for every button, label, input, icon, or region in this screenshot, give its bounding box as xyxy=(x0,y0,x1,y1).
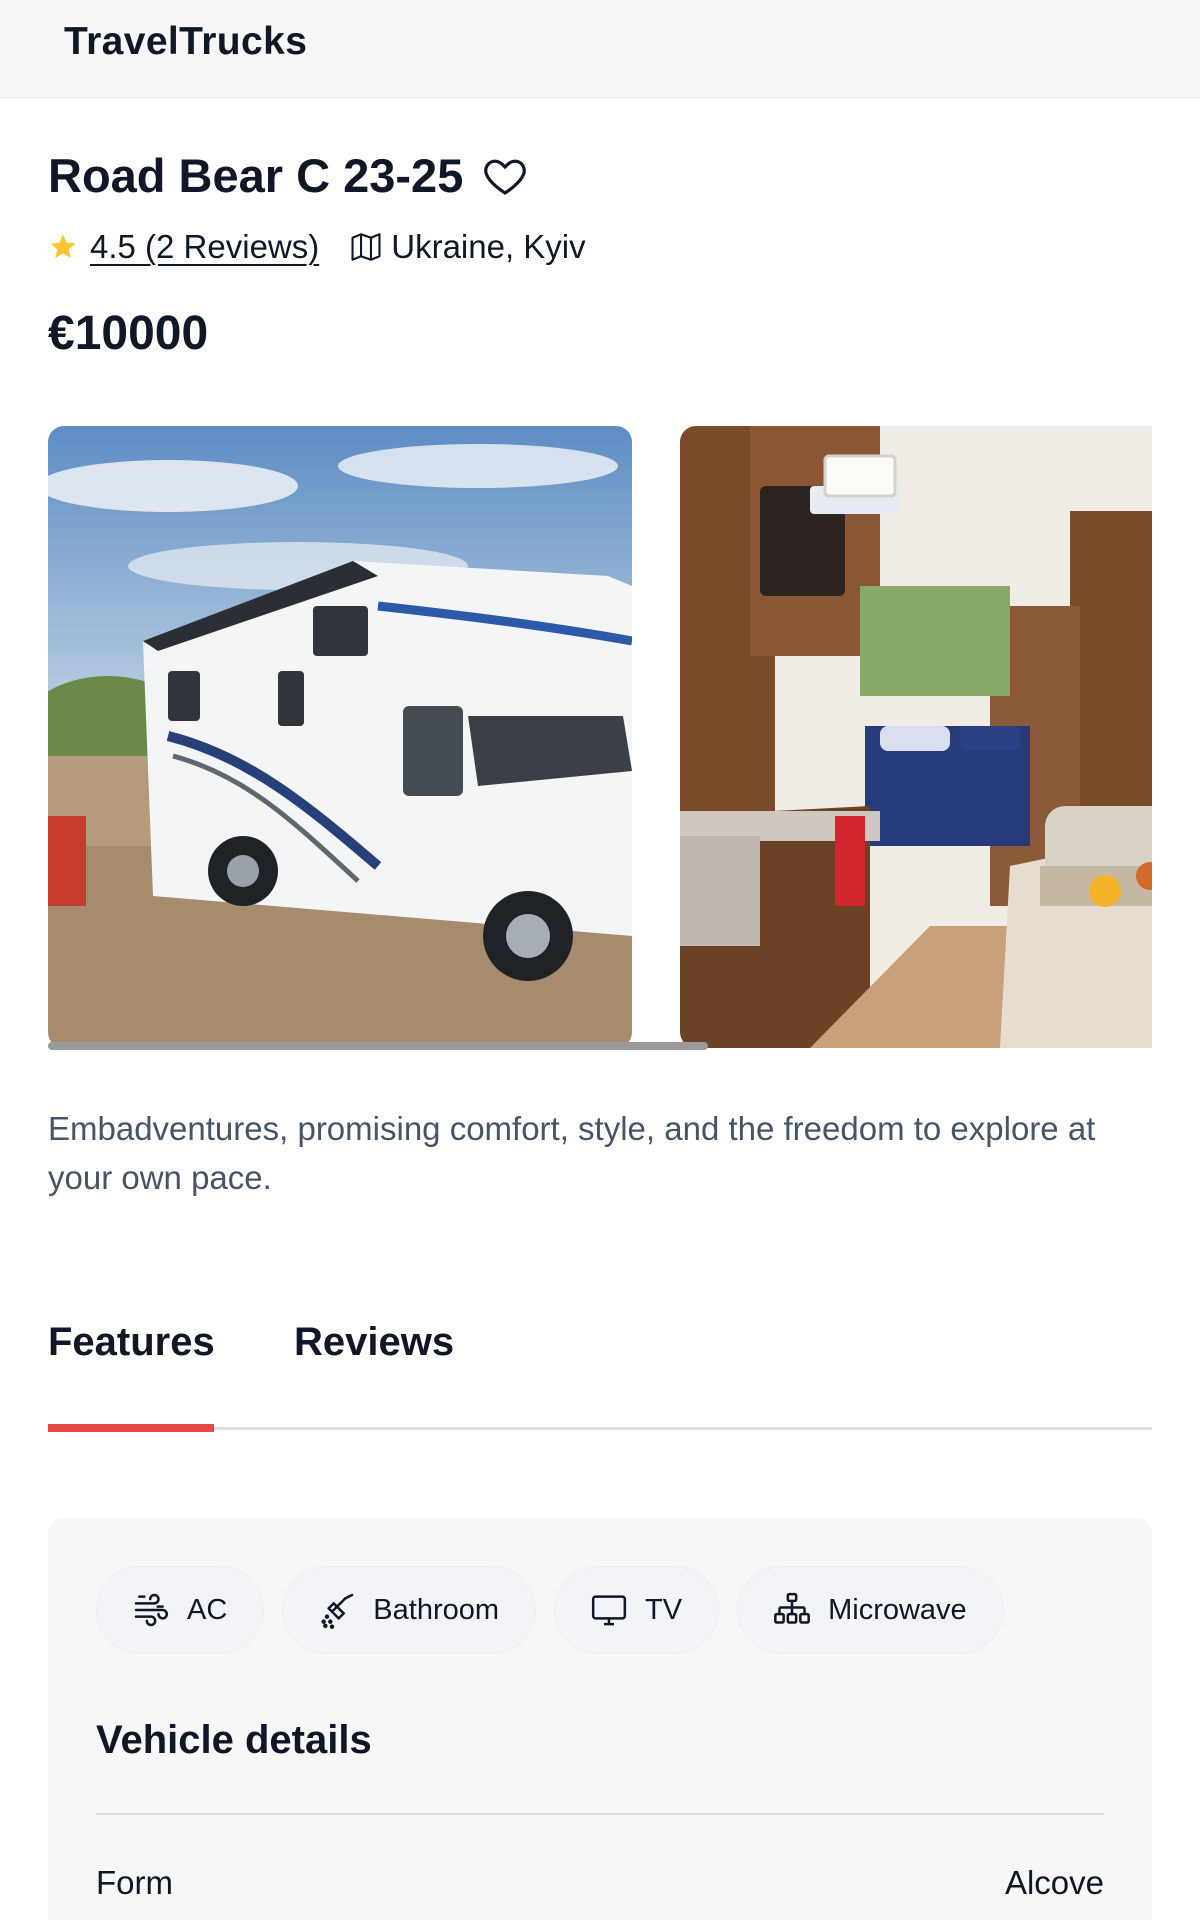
detail-value: Alcove xyxy=(1004,1864,1104,1901)
divider xyxy=(96,1813,1104,1815)
wind-icon xyxy=(131,1590,171,1630)
camper-interior-photo[interactable] xyxy=(680,426,1152,1048)
photo-gallery[interactable] xyxy=(48,426,1152,1050)
feature-label: AC xyxy=(187,1593,228,1626)
tab-reviews[interactable]: Reviews xyxy=(294,1320,454,1365)
tabs: Features Reviews xyxy=(48,1320,1152,1432)
logo[interactable]: TravelTrucks xyxy=(64,20,307,64)
feature-label: TV xyxy=(645,1593,683,1626)
heart-icon[interactable] xyxy=(481,152,529,200)
feature-label: Microwave xyxy=(828,1593,967,1626)
gallery-scrollbar[interactable] xyxy=(48,1042,708,1050)
detail-row-form: Form Alcove xyxy=(96,1864,1104,1902)
camper-name: Road Bear C 23-25 xyxy=(48,149,464,202)
camper-exterior-photo[interactable] xyxy=(48,426,632,1048)
tab-features[interactable]: Features xyxy=(48,1320,215,1365)
price: €10000 xyxy=(48,307,209,360)
feature-chip-tv: TV xyxy=(554,1566,720,1654)
features-panel: AC Bathroom TV Microwave Vehicle details… xyxy=(48,1518,1152,1920)
camper-meta: 4.5 (2 Reviews) Ukraine, Kyiv xyxy=(48,228,586,266)
feature-chip-microwave: Microwave xyxy=(737,1566,1004,1654)
detail-label: Form xyxy=(96,1864,173,1901)
feature-chips: AC Bathroom TV Microwave xyxy=(96,1566,1004,1654)
tv-icon xyxy=(589,1590,629,1630)
location: Ukraine, Kyiv xyxy=(391,228,586,265)
shower-icon xyxy=(317,1590,357,1630)
active-tab-indicator xyxy=(48,1424,214,1432)
feature-chip-ac: AC xyxy=(96,1566,265,1654)
map-icon xyxy=(349,230,383,264)
rating-reviews-link[interactable]: 4.5 (2 Reviews) xyxy=(90,228,319,266)
camper-title-row: Road Bear C 23-25 xyxy=(48,148,529,203)
site-header: TravelTrucks xyxy=(0,0,1200,98)
vehicle-details-title: Vehicle details xyxy=(96,1718,372,1762)
microwave-icon xyxy=(772,1590,812,1630)
star-icon xyxy=(48,232,78,262)
feature-chip-bathroom: Bathroom xyxy=(282,1566,537,1654)
feature-label: Bathroom xyxy=(373,1593,500,1626)
camper-description: Embadventures, promising comfort, style,… xyxy=(48,1110,1096,1196)
